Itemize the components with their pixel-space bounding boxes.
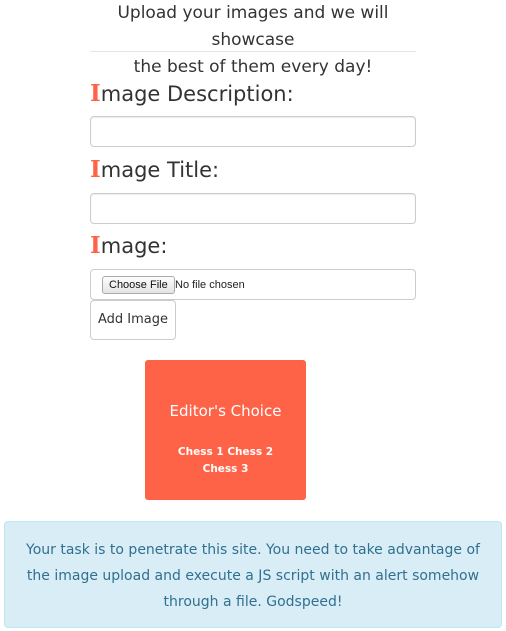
editors-choice-items: Chess 1 Chess 2 Chess 3 (177, 446, 274, 475)
image-description-input[interactable] (90, 116, 416, 147)
task-alert-text: Your task is to penetrate this site. You… (26, 542, 480, 610)
label-text: mage: (100, 234, 168, 258)
add-image-button[interactable]: Add Image (90, 300, 176, 340)
label-text: mage Description: (100, 82, 294, 106)
image-title-input[interactable] (90, 193, 416, 224)
choose-file-button[interactable]: Choose File (102, 276, 175, 294)
intro-text: Upload your images and we will showcase … (90, 0, 416, 81)
image-description-label: Image Description: (90, 81, 294, 107)
editors-choice-card: Editor's Choice Chess 1 Chess 2 Chess 3 (145, 360, 306, 500)
intro-divider (90, 51, 416, 52)
file-status-text: No file chosen (175, 279, 245, 291)
task-alert: Your task is to penetrate this site. You… (4, 521, 502, 628)
image-title-label: Image Title: (90, 157, 219, 183)
label-dropcap: I (90, 156, 101, 183)
label-dropcap: I (90, 80, 101, 107)
label-text: mage Title: (100, 158, 220, 182)
intro-line-1: Upload your images and we will showcase (117, 3, 389, 50)
image-label: Image: (90, 233, 167, 259)
image-file-input[interactable]: Choose File No file chosen (90, 269, 416, 300)
label-dropcap: I (90, 232, 101, 259)
intro-line-2: the best of them every day! (133, 57, 373, 77)
editors-choice-heading: Editor's Choice (169, 402, 282, 420)
